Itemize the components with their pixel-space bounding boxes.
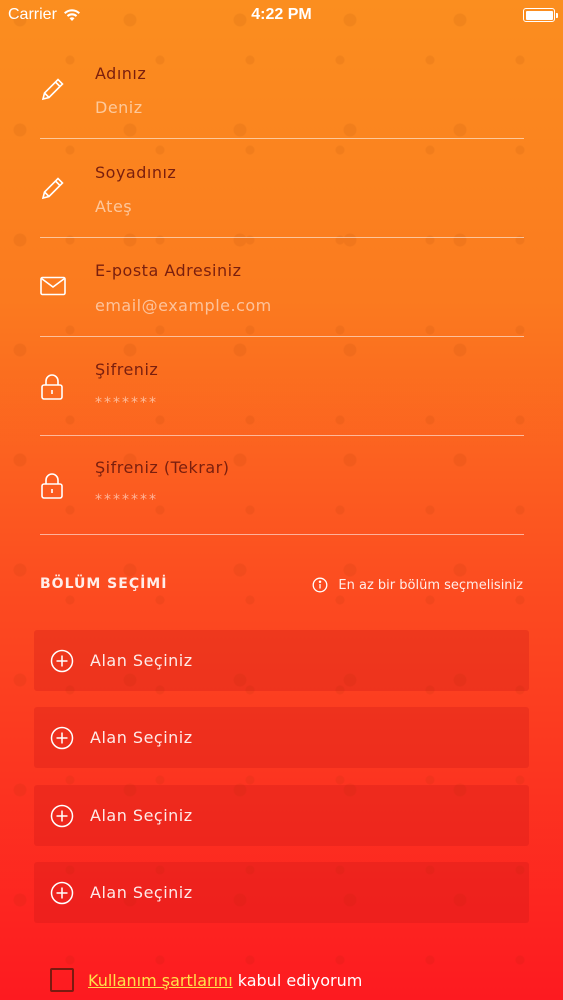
terms-link[interactable]: Kullanım şartlarını	[88, 971, 233, 990]
email-input[interactable]: email@example.com	[95, 296, 272, 315]
area-select-label: Alan Seçiniz	[90, 728, 193, 747]
mail-icon	[40, 276, 66, 296]
battery-icon	[523, 8, 558, 22]
status-time: 4:22 PM	[251, 6, 312, 23]
plus-circle-icon	[50, 881, 74, 904]
terms-text: Kullanım şartlarını kabul ediyorum	[88, 971, 362, 990]
first-name-field[interactable]: Adınız Deniz	[40, 40, 524, 139]
first-name-label: Adınız	[95, 64, 147, 83]
area-select-label: Alan Seçiniz	[90, 651, 193, 670]
plus-circle-icon	[50, 726, 74, 749]
password-repeat-field[interactable]: Şifreniz (Tekrar) *******	[40, 436, 524, 535]
area-select-label: Alan Seçiniz	[90, 806, 193, 825]
section-note-text: En az bir bölüm seçmelisiniz	[338, 577, 523, 593]
plus-circle-icon	[50, 804, 74, 827]
section-title: BÖLÜM SEÇİMİ	[40, 576, 168, 592]
password-label: Şifreniz	[95, 360, 159, 379]
pencil-icon	[41, 177, 64, 200]
terms-row: Kullanım şartlarını kabul ediyorum	[50, 968, 362, 992]
pencil-icon	[41, 78, 64, 101]
last-name-value[interactable]: Ateş	[95, 197, 132, 216]
status-bar: Carrier 4:22 PM	[0, 0, 563, 30]
area-select-button-3[interactable]: Alan Seçiniz	[34, 785, 529, 846]
terms-checkbox[interactable]	[50, 968, 74, 992]
area-select-label: Alan Seçiniz	[90, 883, 193, 902]
info-icon	[312, 577, 328, 593]
password-field[interactable]: Şifreniz *******	[40, 337, 524, 436]
password-input[interactable]: *******	[95, 395, 158, 411]
lock-icon	[41, 473, 63, 499]
area-select-button-4[interactable]: Alan Seçiniz	[34, 862, 529, 923]
plus-circle-icon	[50, 649, 74, 672]
last-name-label: Soyadınız	[95, 163, 177, 182]
wifi-icon	[63, 9, 80, 21]
terms-suffix: kabul ediyorum	[232, 970, 363, 990]
lock-icon	[41, 374, 63, 400]
area-select-button-1[interactable]: Alan Seçiniz	[34, 630, 529, 691]
email-field[interactable]: E-posta Adresiniz email@example.com	[40, 238, 524, 337]
password-repeat-input[interactable]: *******	[95, 492, 158, 508]
password-repeat-label: Şifreniz (Tekrar)	[95, 458, 230, 477]
email-label: E-posta Adresiniz	[95, 261, 242, 280]
section-note: En az bir bölüm seçmelisiniz	[312, 577, 523, 593]
area-select-button-2[interactable]: Alan Seçiniz	[34, 707, 529, 768]
carrier-label: Carrier	[8, 6, 57, 23]
status-left: Carrier	[8, 6, 81, 24]
first-name-value[interactable]: Deniz	[95, 98, 143, 117]
last-name-field[interactable]: Soyadınız Ateş	[40, 139, 524, 238]
